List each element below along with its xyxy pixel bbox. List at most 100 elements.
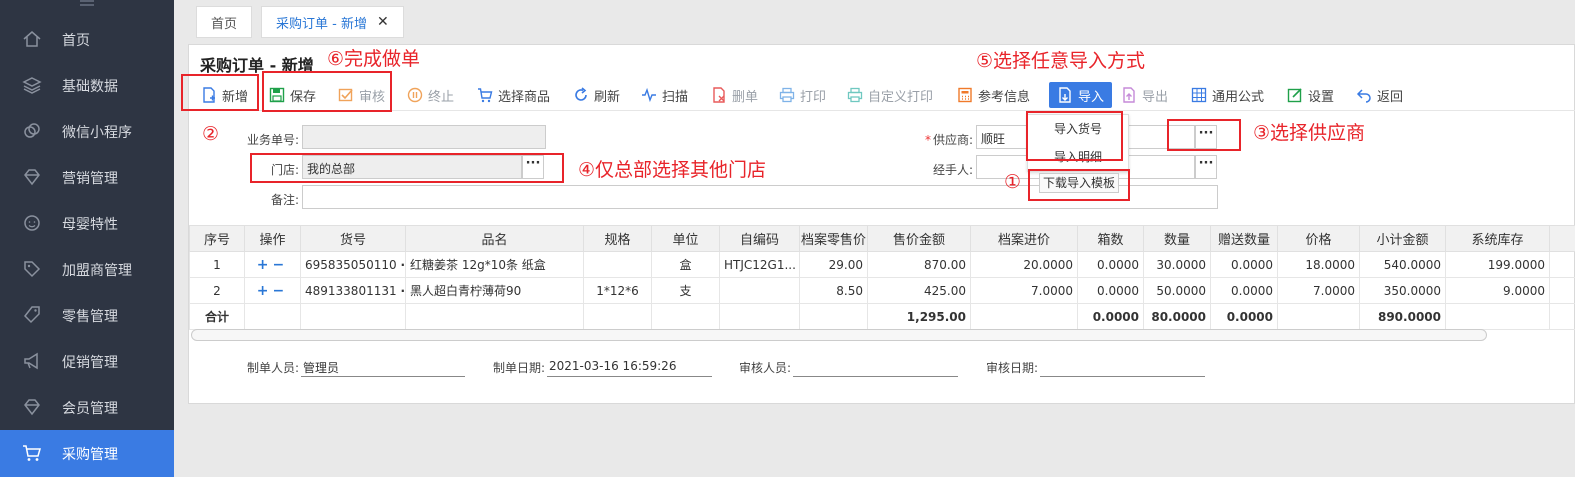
printer-icon [779, 87, 795, 103]
pause-circle-icon [407, 87, 423, 103]
more-icon[interactable]: ··· [400, 258, 404, 272]
sidebar-item-wechat-miniprogram[interactable]: 微信小程序 [0, 108, 174, 154]
scan-button[interactable]: 扫描 [641, 82, 688, 108]
annotation-step-3: ③选择供应商 [1253, 122, 1366, 144]
reference-info-button[interactable]: 参考信息 [957, 82, 1030, 108]
table-row[interactable]: 1 +− 695835050110 ··· 红糖姜茶 12g*10条 纸盒 盒 … [189, 251, 1575, 278]
layers-icon [22, 77, 42, 94]
annotation-step-6: ⑥完成做单 [327, 48, 421, 70]
close-icon[interactable]: ✕ [377, 14, 389, 30]
sidebar-item-member[interactable]: 会员管理 [0, 384, 174, 430]
col-header: 自编码 [719, 225, 800, 252]
grid-calculator-icon [1191, 87, 1207, 103]
remove-row-icon[interactable]: − [273, 283, 289, 299]
sidebar-item-franchise[interactable]: 加盟商管理 [0, 246, 174, 292]
make-date-value: 2021-03-16 16:59:26 [547, 357, 712, 377]
price-tag-icon [24, 306, 40, 324]
tab-bar: 首页 采购订单 - 新增 ✕ [174, 0, 1575, 44]
export-button[interactable]: 导出 [1121, 82, 1168, 108]
order-items-table: 序号 操作 货号 品名 规格 单位 自编码 档案零售价 售价金额 档案进价 箱数… [189, 225, 1575, 330]
row-actions: +− [244, 251, 301, 278]
sidebar-item-promotion[interactable]: 促销管理 [0, 338, 174, 384]
add-row-icon[interactable]: + [257, 257, 273, 273]
cart-icon [23, 445, 41, 461]
col-header: 售价金额 [867, 225, 971, 252]
col-header: 小计金额 [1359, 225, 1446, 252]
maker-value: 管理员 [301, 357, 465, 377]
col-header: 赠送数量 [1210, 225, 1278, 252]
sidebar-collapse-handle[interactable] [0, 0, 174, 16]
remove-row-icon[interactable]: − [273, 257, 289, 273]
handler-label: 经手人: [932, 163, 973, 177]
tab-purchase-order-new[interactable]: 采购订单 - 新增 ✕ [261, 6, 404, 38]
custom-print-button[interactable]: 自定义打印 [847, 82, 933, 108]
audit-date-label: 审核日期: [986, 361, 1039, 375]
annotation-step-5: ⑤选择任意导入方式 [976, 50, 1146, 72]
calculator-icon [958, 87, 972, 103]
settings-button[interactable]: 设置 [1287, 82, 1334, 108]
remark-label: 备注: [270, 193, 299, 207]
sidebar-item-maternal[interactable]: 母婴特性 [0, 200, 174, 246]
tab-home[interactable]: 首页 [196, 6, 252, 38]
goods-code-cell[interactable]: 695835050110 ··· [300, 251, 406, 278]
export-document-icon [1123, 87, 1135, 103]
col-header [1549, 225, 1575, 252]
delete-order-button[interactable]: 删单 [711, 82, 758, 108]
supplier-label: * 供应商: [924, 133, 973, 147]
sidebar: 首页 基础数据 微信小程序 营销管理 母婴特性 加盟商管理 零售管理 促销管理 … [0, 0, 174, 477]
business-no-label: 业务单号: [246, 133, 299, 147]
select-goods-button[interactable]: 选择商品 [477, 82, 550, 108]
col-header: 单位 [651, 225, 720, 252]
megaphone-icon [24, 352, 38, 370]
sidebar-item-basic-data[interactable]: 基础数据 [0, 62, 174, 108]
home-icon [23, 31, 41, 47]
baby-icon [24, 215, 40, 231]
tag-icon [24, 261, 41, 278]
toolbar: 新增 保存 审核 终止 选择商品 刷新 扫描 删单 打印 自定义打印 参考信息 … [189, 79, 1575, 111]
annotation-box-save-audit [262, 71, 392, 112]
refresh-button[interactable]: 刷新 [573, 82, 620, 108]
annotation-box-store [250, 153, 564, 183]
diamond-icon [24, 169, 40, 186]
import-document-icon [1059, 87, 1071, 103]
annotation-box-new [181, 74, 259, 111]
goods-code-cell[interactable]: 489133801131 ··· [300, 277, 406, 304]
horizontal-scrollbar[interactable] [191, 329, 1487, 341]
table-header-row: 序号 操作 货号 品名 规格 单位 自编码 档案零售价 售价金额 档案进价 箱数… [189, 225, 1575, 252]
back-button[interactable]: 返回 [1356, 82, 1403, 108]
link-icon [24, 123, 40, 138]
print-button[interactable]: 打印 [779, 82, 826, 108]
annotation-box-supplier [1167, 119, 1241, 151]
back-arrow-icon [1356, 89, 1371, 103]
cart-icon [478, 88, 493, 103]
col-header: 序号 [189, 225, 245, 252]
delete-document-icon [713, 87, 725, 103]
sidebar-item-purchase[interactable]: 采购管理 [0, 430, 174, 477]
auditor-label: 审核人员: [739, 361, 792, 375]
pulse-icon [642, 87, 656, 103]
annotation-step-1: ① [1004, 171, 1022, 193]
sidebar-item-marketing[interactable]: 营销管理 [0, 154, 174, 200]
stop-button[interactable]: 终止 [407, 82, 454, 108]
printer-icon [847, 87, 863, 103]
handler-picker-button[interactable]: ··· [1195, 155, 1217, 179]
col-header: 箱数 [1077, 225, 1144, 252]
make-date-label: 制单日期: [493, 361, 546, 375]
annotation-step-2: ② [202, 123, 220, 145]
table-row[interactable]: 2 +− 489133801131 ··· 黑人超白青柠薄荷90 1*12*6 … [189, 277, 1575, 304]
annotation-box-download-template [1028, 169, 1130, 201]
business-no-input[interactable] [302, 125, 546, 149]
row-actions: +− [244, 277, 301, 304]
sidebar-item-home[interactable]: 首页 [0, 16, 174, 62]
sidebar-item-retail[interactable]: 零售管理 [0, 292, 174, 338]
formula-button[interactable]: 通用公式 [1191, 82, 1264, 108]
col-header: 系统库存 [1445, 225, 1550, 252]
annotation-box-import-menu [1026, 111, 1123, 161]
col-header: 操作 [244, 225, 301, 252]
col-header: 档案进价 [970, 225, 1078, 252]
col-header: 品名 [405, 225, 584, 252]
edit-icon [1287, 88, 1302, 103]
import-button[interactable]: 导入 [1049, 82, 1113, 108]
add-row-icon[interactable]: + [257, 283, 273, 299]
more-icon[interactable]: ··· [400, 284, 404, 298]
